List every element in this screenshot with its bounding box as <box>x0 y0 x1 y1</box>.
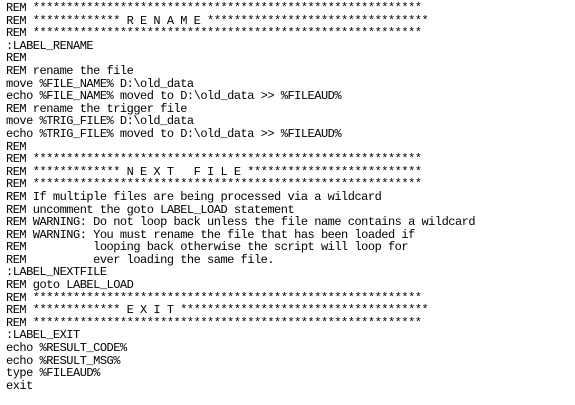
code-line: echo %FILE_NAME% moved to D:\old_data >>… <box>6 89 342 104</box>
code-line: REM goto LABEL_LOAD <box>6 278 134 293</box>
code-line: REM If multiple files are being processe… <box>6 189 382 204</box>
code-line: exit <box>6 378 33 393</box>
code-line: echo %RESULT_CODE% <box>6 341 127 356</box>
code-line: REM rename the file <box>6 63 134 78</box>
code-line: REM ************* E X I T **************… <box>6 303 429 318</box>
code-line: REM looping back otherwise the script wi… <box>6 240 409 255</box>
code-line: echo %TRIG_FILE% moved to D:\old_data >>… <box>6 126 342 141</box>
code-line: type %FILEAUD% <box>6 366 100 381</box>
code-line: REM ************************************… <box>6 26 422 41</box>
code-line: REM WARNING: Do not loop back unless the… <box>6 215 476 230</box>
batch-script-text: REM ************************************… <box>6 1 476 393</box>
code-line: :LABEL_RENAME <box>6 38 94 53</box>
code-line: REM ************************************… <box>6 152 422 167</box>
code-line: REM ************************************… <box>6 1 422 15</box>
